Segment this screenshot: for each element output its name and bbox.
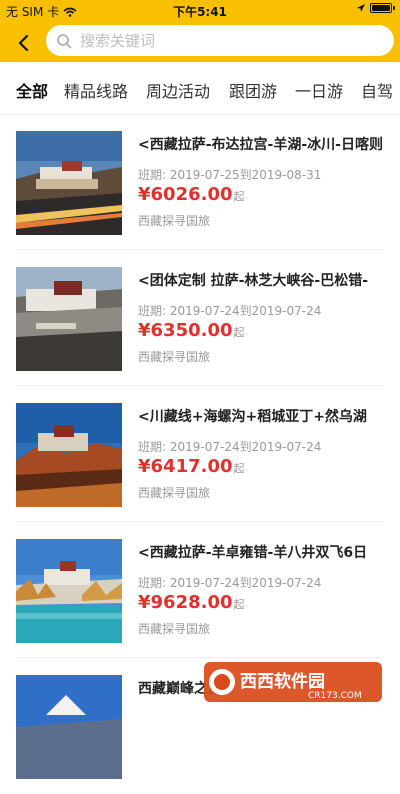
price-suffix: 起 [233,462,245,475]
tour-agency: 西藏探寻国旅 [138,486,211,500]
list-item[interactable]: <西藏拉萨-羊卓雍错-羊八井双飞6日 班期: 2019-07-24到2019-0… [0,522,400,658]
tab-all[interactable]: 全部 [16,78,48,102]
watermark-logo: 西西软件园 CR173.COM [204,662,382,702]
tab-self-drive[interactable]: 自驾 [361,78,393,102]
list-item[interactable]: <川藏线+海螺沟+稻城亚丁+然乌湖 班期: 2019-07-24到2019-07… [0,386,400,522]
price-suffix: 起 [233,190,245,203]
tab-group-tour[interactable]: 跟团游 [229,78,277,102]
status-bar: 无 SIM 卡 下午5:41 [0,0,400,22]
category-tabs: 全部 精品线路 周边活动 跟团游 一日游 自驾 [0,62,400,115]
tour-image [16,675,122,779]
battery-icon [370,3,395,13]
chevron-left-icon [18,34,29,52]
tour-image [16,131,122,235]
price-value: ¥6417.00 [138,456,233,477]
search-box[interactable] [46,25,394,56]
search-input[interactable] [78,30,362,51]
tour-period: 班期: 2019-07-25到2019-08-31 [138,168,322,182]
tour-agency: 西藏探寻国旅 [138,214,211,228]
tour-image [16,403,122,507]
price-value: ¥9628.00 [138,592,233,613]
price-value: ¥6350.00 [138,320,233,341]
tour-title: <团体定制 拉萨-林芝大峡谷-巴松错- [138,273,369,289]
status-time: 下午5:41 [173,5,227,19]
tour-title: <西藏拉萨-羊卓雍错-羊八井双飞6日 [138,545,368,561]
tour-period: 班期: 2019-07-24到2019-07-24 [138,304,322,318]
price-suffix: 起 [233,598,245,611]
tour-price: ¥6026.00起 [138,184,245,205]
tour-agency: 西藏探寻国旅 [138,622,211,636]
list-item[interactable]: <团体定制 拉萨-林芝大峡谷-巴松错- 班期: 2019-07-24到2019-… [0,250,400,386]
list-item[interactable]: <西藏拉萨-布达拉宫-羊湖-冰川-日喀则 班期: 2019-07-25到2019… [0,114,400,250]
watermark-brand: 西西软件园 [240,671,325,692]
price-suffix: 起 [233,326,245,339]
tour-title: <西藏拉萨-布达拉宫-羊湖-冰川-日喀则 [138,137,383,153]
tab-day-trip[interactable]: 一日游 [295,78,343,102]
tour-title: <川藏线+海螺沟+稻城亚丁+然乌湖 [138,409,367,425]
location-icon [357,4,365,12]
tour-price: ¥6417.00起 [138,456,245,477]
tour-price: ¥6350.00起 [138,320,245,341]
tab-featured-routes[interactable]: 精品线路 [64,78,128,102]
tab-nearby-activities[interactable]: 周边活动 [146,78,210,102]
search-icon [57,33,72,48]
price-value: ¥6026.00 [138,184,233,205]
tour-image [16,539,122,643]
tour-price: ¥9628.00起 [138,592,245,613]
back-button[interactable] [10,30,36,56]
tour-agency: 西藏探寻国旅 [138,350,211,364]
tour-image [16,267,122,371]
tour-period: 班期: 2019-07-24到2019-07-24 [138,576,322,590]
watermark-url: CR173.COM [308,691,362,701]
tour-period: 班期: 2019-07-24到2019-07-24 [138,440,322,454]
